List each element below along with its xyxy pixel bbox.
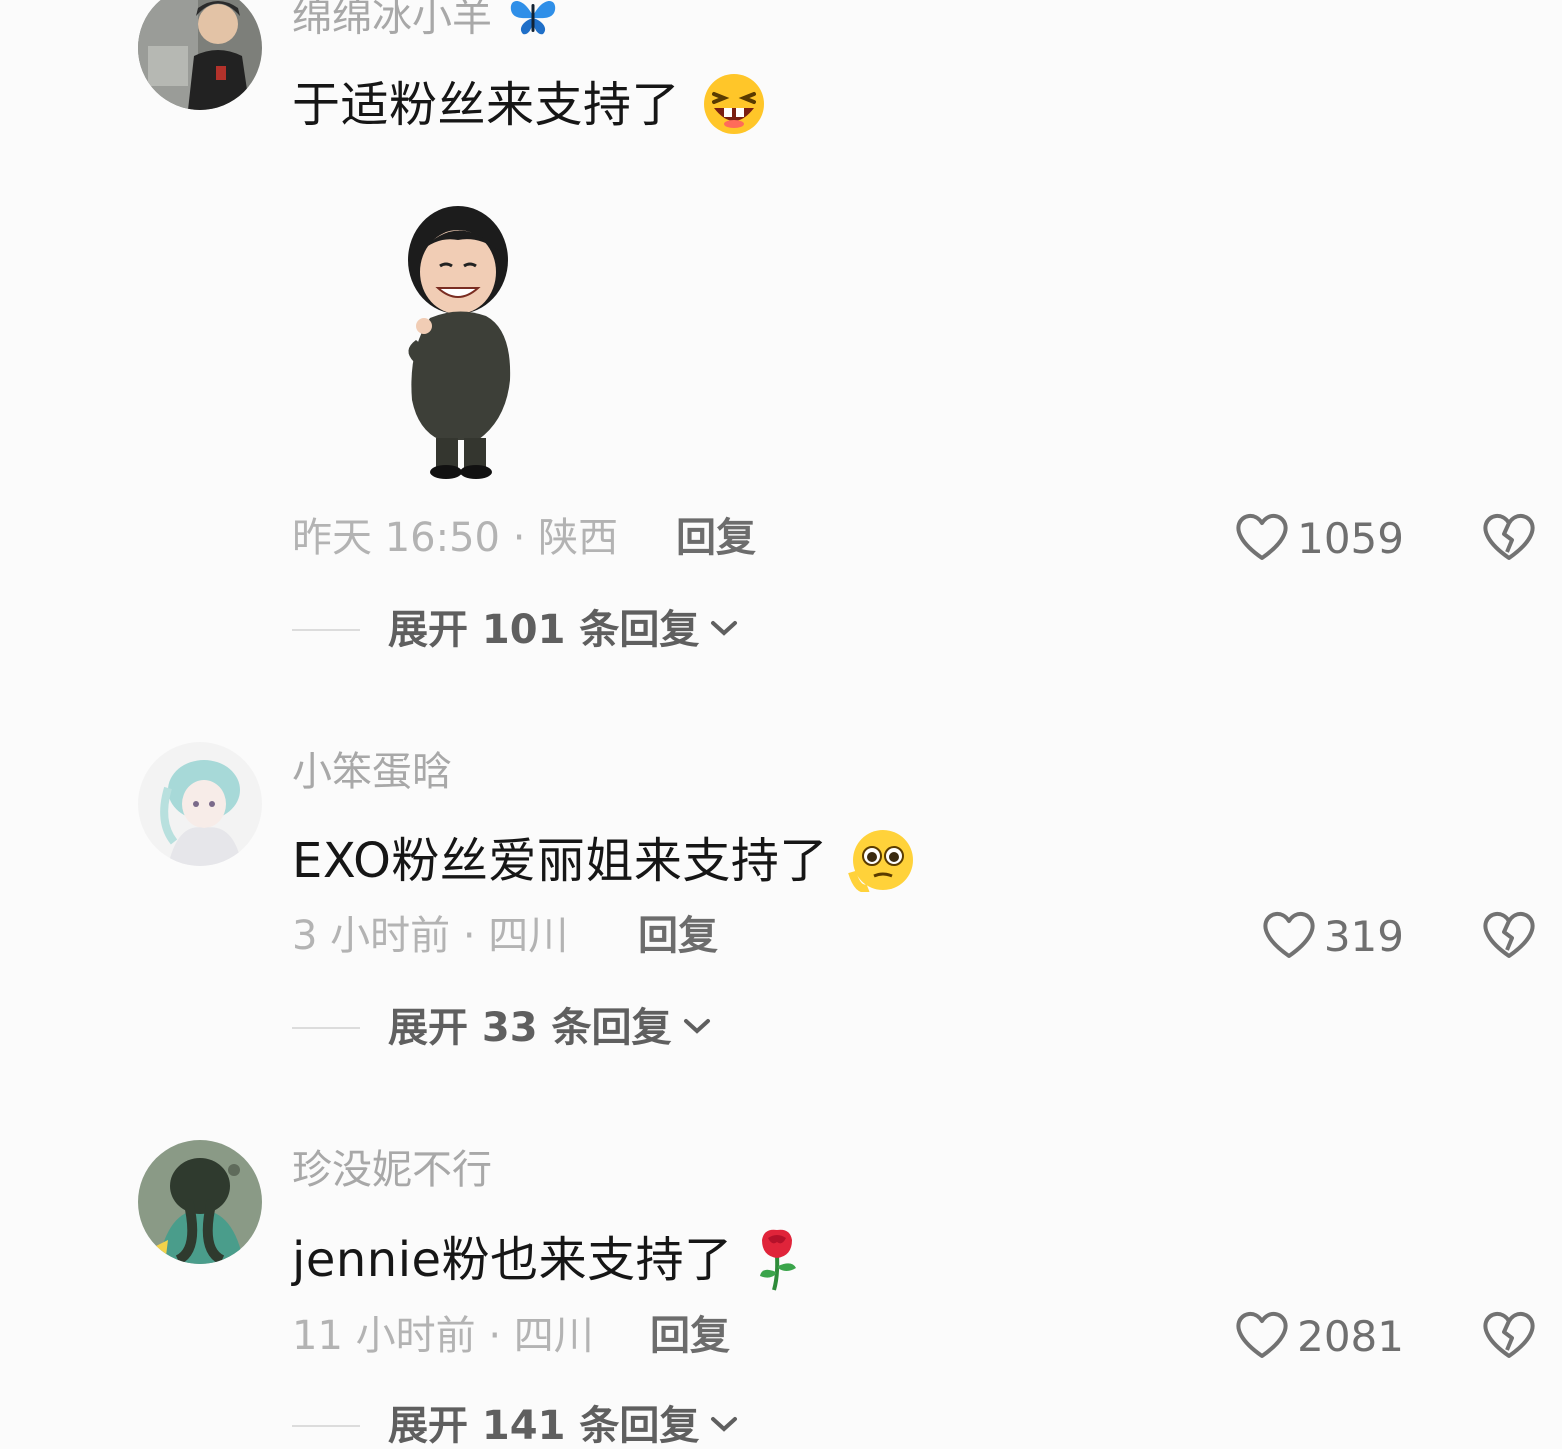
username[interactable]: 绵绵冰小羊 (292, 0, 557, 43)
comment-meta: 11 小时前 · 四川 (292, 1313, 594, 1359)
comment-text: jennie粉也来支持了 (292, 1226, 802, 1300)
username[interactable]: 小笨蛋晗 (292, 752, 452, 792)
like-count: 1059 (1297, 514, 1404, 563)
dislike-button[interactable] (1482, 1310, 1536, 1364)
broken-heart-icon (1482, 912, 1536, 964)
avatar[interactable] (138, 1140, 262, 1264)
like-button[interactable]: 2081 (1235, 1310, 1404, 1364)
cartoon-sticker-image[interactable] (398, 200, 522, 486)
chevron-down-icon (709, 1414, 739, 1438)
username[interactable]: 珍没妮不行 (292, 1150, 492, 1190)
dislike-button[interactable] (1482, 512, 1536, 566)
divider-line (292, 1027, 360, 1029)
like-count: 319 (1323, 912, 1404, 961)
comment-meta: 昨天 16:50 · 陕西 (292, 515, 619, 561)
chevron-down-icon (682, 1016, 712, 1040)
blue-butterfly-icon (509, 0, 557, 43)
like-count: 2081 (1297, 1312, 1404, 1361)
expand-replies-label: 展开 33 条回复 (388, 1005, 672, 1051)
comment-meta: 3 小时前 · 四川 (292, 913, 569, 959)
comment-text: EXO粉丝爱丽姐来支持了 (292, 828, 918, 900)
avatar[interactable] (138, 742, 262, 866)
divider-line (292, 1425, 360, 1427)
pleading-face-emoji (847, 828, 918, 900)
expand-replies-label: 展开 101 条回复 (388, 607, 700, 653)
heart-icon (1235, 512, 1289, 566)
heart-icon (1262, 910, 1316, 964)
avatar[interactable] (138, 0, 262, 110)
dislike-button[interactable] (1482, 910, 1536, 964)
like-button[interactable]: 1059 (1235, 512, 1404, 566)
rose-emoji (752, 1226, 802, 1300)
comment-text-content: 于适粉丝来支持了 (292, 77, 681, 133)
comment-text-content: jennie粉也来支持了 (292, 1232, 733, 1288)
expand-replies-label: 展开 141 条回复 (388, 1403, 700, 1449)
broken-heart-icon (1482, 514, 1536, 566)
heart-icon (1235, 1310, 1289, 1364)
broken-heart-icon (1482, 1312, 1536, 1364)
comment-text-content: EXO粉丝爱丽姐来支持了 (292, 833, 828, 889)
expand-replies-button[interactable]: 展开 101 条回复 (292, 610, 739, 650)
laughing-face-emoji (700, 72, 768, 144)
reply-button[interactable]: 回复 (650, 1316, 730, 1356)
reply-button[interactable]: 回复 (676, 518, 756, 558)
reply-button[interactable]: 回复 (638, 916, 718, 956)
expand-replies-button[interactable]: 展开 141 条回复 (292, 1406, 739, 1446)
comment-text: 于适粉丝来支持了 (292, 72, 768, 144)
like-button[interactable]: 319 (1262, 910, 1404, 964)
chevron-down-icon (709, 618, 739, 642)
username-text: 绵绵冰小羊 (292, 0, 492, 41)
expand-replies-button[interactable]: 展开 33 条回复 (292, 1008, 712, 1048)
divider-line (292, 629, 360, 631)
